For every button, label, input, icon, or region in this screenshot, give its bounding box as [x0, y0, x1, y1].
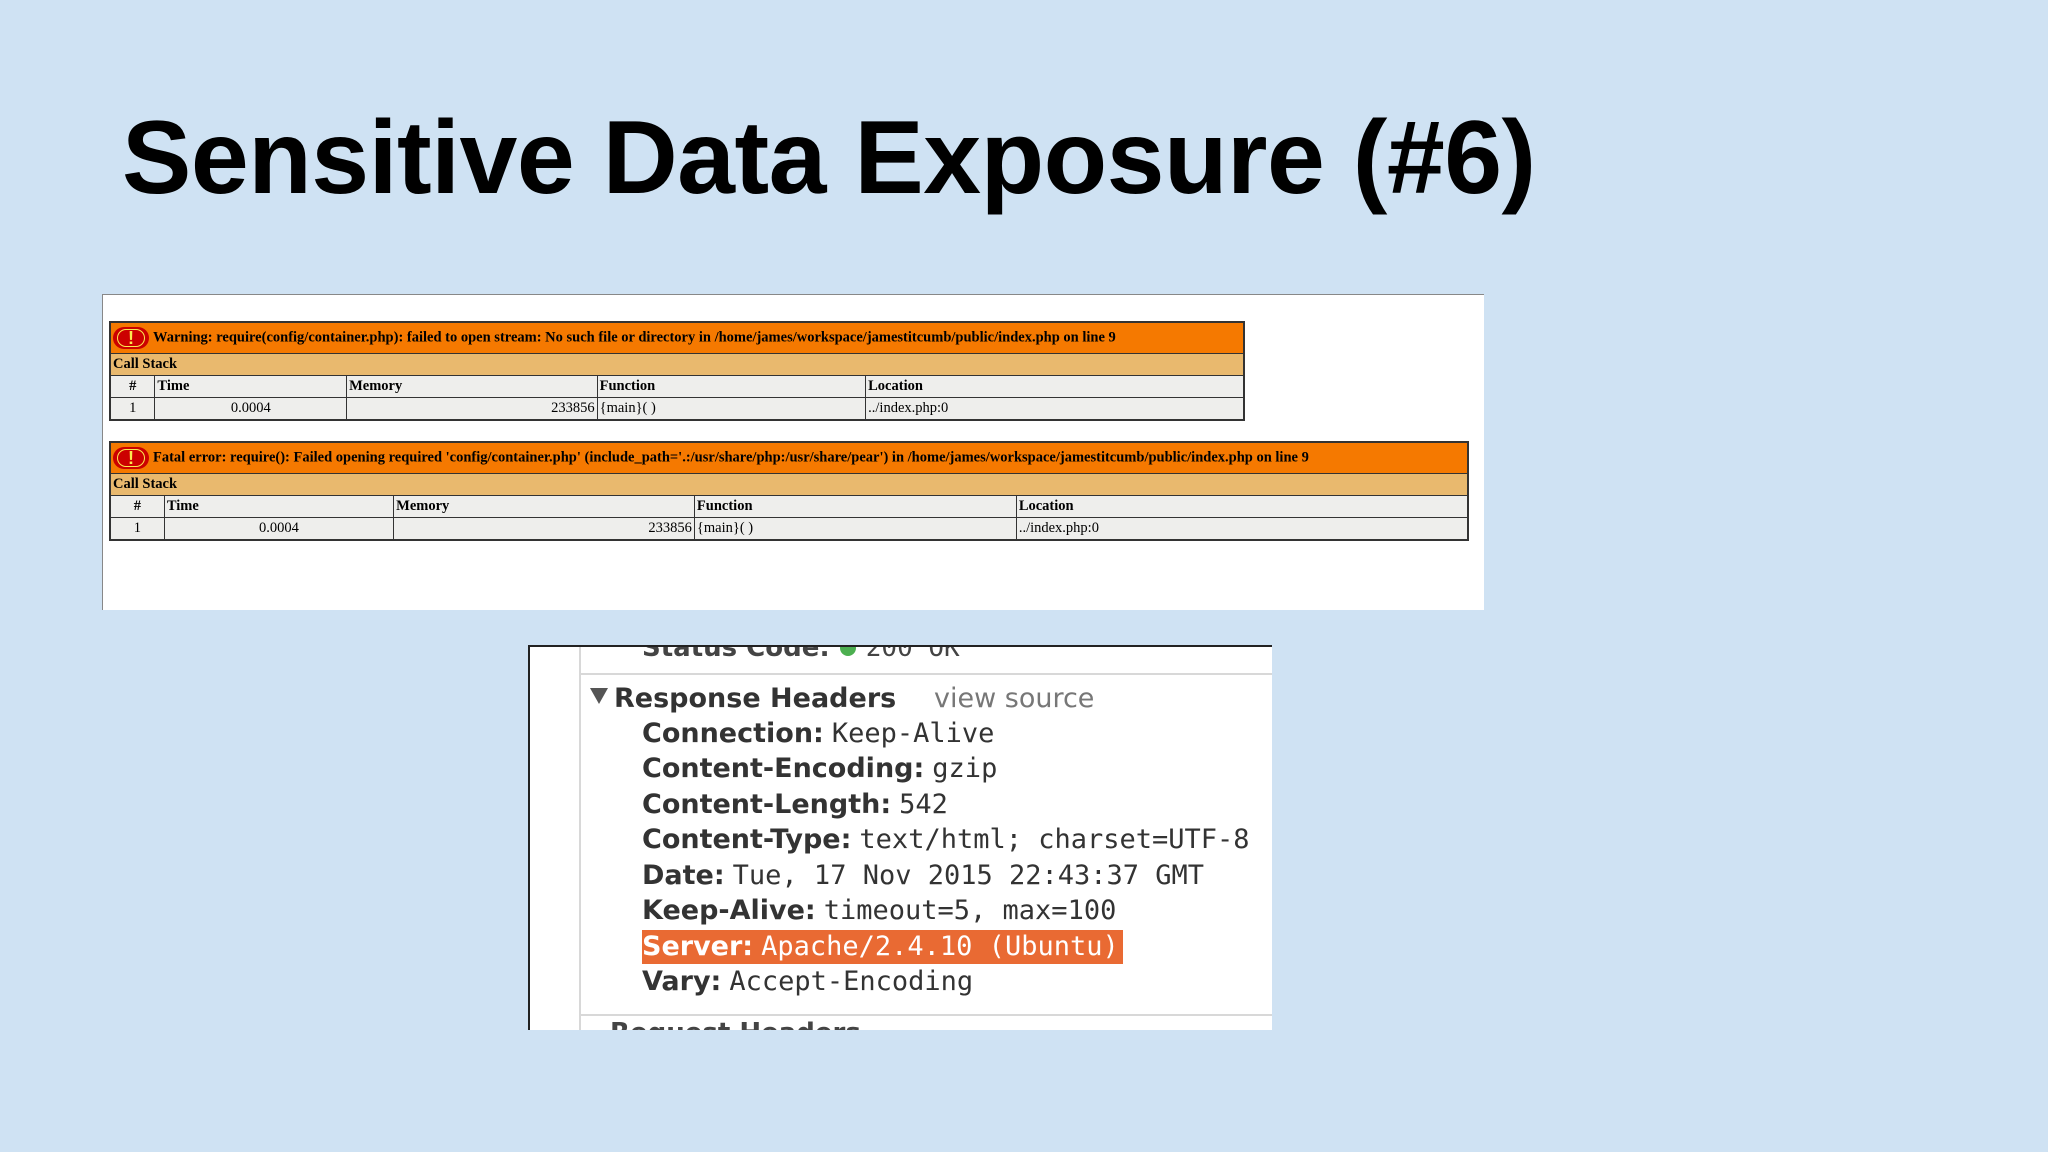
table-cell: 0.0004	[154, 397, 348, 421]
error-message: Fatal error: require(): Failed opening r…	[153, 449, 1309, 466]
response-headers-screenshot: Status Code: 200 OK Response Headers view…	[528, 645, 1272, 1030]
slide-title: Sensitive Data Exposure (#6)	[122, 100, 1536, 216]
call-stack-label-row: Call Stack	[109, 473, 1469, 496]
column-header: Time	[163, 495, 395, 518]
table-row: 1 0.0004 233856 {main}( ) ../index.php:0	[109, 397, 1245, 421]
table-cell: ../index.php:0	[1015, 517, 1469, 541]
header-row-connection: Connection: Keep-Alive	[642, 718, 995, 749]
column-header: Function	[693, 495, 1017, 518]
error-icon: !	[113, 447, 149, 469]
response-headers-toggle[interactable]: Response Headers	[590, 683, 896, 714]
call-stack-label: Call Stack	[109, 353, 1245, 376]
table-cell: {main}( )	[596, 397, 867, 421]
call-stack-label-row: Call Stack	[109, 353, 1245, 376]
table-cell: 1	[109, 397, 156, 421]
view-source-link[interactable]: view source	[934, 683, 1094, 714]
column-header: Location	[1015, 495, 1469, 518]
expand-triangle-icon[interactable]	[590, 688, 608, 704]
header-row-content-type: Content-Type: text/html; charset=UTF-8	[642, 824, 1250, 855]
error-message-row: ! Warning: require(config/container.php):…	[109, 321, 1245, 354]
header-row-content-encoding: Content-Encoding: gzip	[642, 753, 998, 784]
error-message: Warning: require(config/container.php): …	[153, 329, 1116, 346]
table-row: 1 0.0004 233856 {main}( ) ../index.php:0	[109, 517, 1469, 541]
column-header: Function	[596, 375, 867, 398]
section-divider	[581, 673, 1272, 675]
header-row-keep-alive: Keep-Alive: timeout=5, max=100	[642, 895, 1117, 926]
fatal-error-table: ! Fatal error: require(): Failed opening …	[109, 441, 1469, 541]
status-ok-icon	[839, 647, 856, 656]
error-message-row: ! Fatal error: require(): Failed opening …	[109, 441, 1469, 474]
table-cell: {main}( )	[693, 517, 1017, 541]
table-cell: ../index.php:0	[865, 397, 1245, 421]
column-header: #	[109, 375, 156, 398]
header-row-content-length: Content-Length: 542	[642, 789, 948, 820]
table-header-row: # Time Memory Function Location	[109, 375, 1245, 398]
header-row-server-highlighted: Server: Apache/2.4.10 (Ubuntu)	[642, 930, 1123, 964]
column-header: Location	[865, 375, 1245, 398]
section-divider	[581, 1014, 1272, 1016]
warning-error-table: ! Warning: require(config/container.php):…	[109, 321, 1245, 421]
column-header: Time	[154, 375, 348, 398]
table-cell: 233856	[393, 517, 695, 541]
column-header: Memory	[346, 375, 598, 398]
status-code-row: Status Code: 200 OK	[642, 647, 960, 663]
panel-divider	[579, 647, 581, 1030]
php-error-screenshot: ! Warning: require(config/container.php):…	[102, 294, 1484, 610]
column-header: Memory	[393, 495, 695, 518]
table-header-row: # Time Memory Function Location	[109, 495, 1469, 518]
table-cell: 0.0004	[163, 517, 395, 541]
table-cell: 1	[109, 517, 165, 541]
error-icon: !	[113, 327, 149, 349]
header-row-vary: Vary: Accept-Encoding	[642, 966, 974, 997]
column-header: #	[109, 495, 165, 518]
header-row-date: Date: Tue, 17 Nov 2015 22:43:37 GMT	[642, 860, 1205, 891]
table-cell: 233856	[346, 397, 598, 421]
request-headers-cut: Request Headers	[610, 1018, 861, 1030]
call-stack-label: Call Stack	[109, 473, 1469, 496]
